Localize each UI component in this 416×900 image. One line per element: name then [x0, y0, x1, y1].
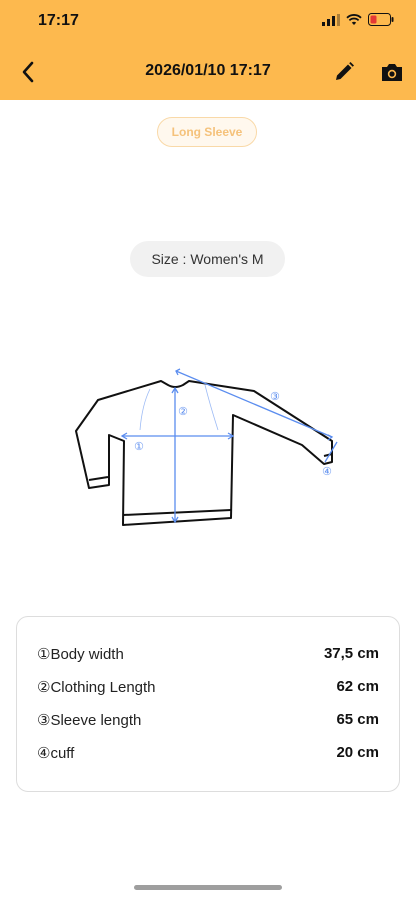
measurement-row: ①Body width 37,5 cm: [37, 637, 379, 670]
wifi-icon: [346, 13, 362, 25]
category-chip[interactable]: Long Sleeve: [157, 117, 257, 147]
measurement-row: ④cuff 20 cm: [37, 736, 379, 769]
camera-button[interactable]: [380, 60, 404, 84]
pencil-icon: [336, 62, 354, 80]
battery-icon: [368, 13, 394, 26]
measurement-value: 65 cm: [336, 711, 379, 728]
marker-clothing-length: ②: [178, 405, 188, 418]
measurement-label: ③Sleeve length: [37, 711, 142, 729]
marker-cuff: ④: [322, 465, 332, 478]
measurement-row: ③Sleeve length 65 cm: [37, 703, 379, 736]
home-indicator[interactable]: [134, 885, 282, 890]
measurement-row: ②Clothing Length 62 cm: [37, 670, 379, 703]
sweater-diagram: ① ② ③ ④: [75, 368, 338, 526]
measurement-label: ①Body width: [37, 645, 124, 663]
sweater-outline: [75, 380, 333, 526]
measurement-label: ④cuff: [37, 744, 75, 762]
camera-icon: [382, 64, 402, 81]
measurement-value: 62 cm: [336, 678, 379, 695]
measurement-value: 37,5 cm: [323, 645, 379, 662]
signal-icon: [322, 13, 340, 26]
measurement-value: 20 cm: [336, 744, 379, 761]
measurements-card: ①Body width 37,5 cm ②Clothing Length 62 …: [16, 616, 400, 792]
measurement-label: ②Clothing Length: [37, 678, 156, 696]
measurement-guides: [120, 368, 338, 524]
edit-button[interactable]: [332, 60, 356, 84]
header-bar: 17:17 2026/01/10 17:17: [0, 0, 416, 100]
status-icons: [322, 13, 394, 26]
marker-body-width: ①: [134, 440, 144, 453]
status-time: 17:17: [38, 12, 79, 29]
size-pill: Size : Women's M: [130, 241, 285, 277]
marker-sleeve-length: ③: [270, 390, 280, 403]
